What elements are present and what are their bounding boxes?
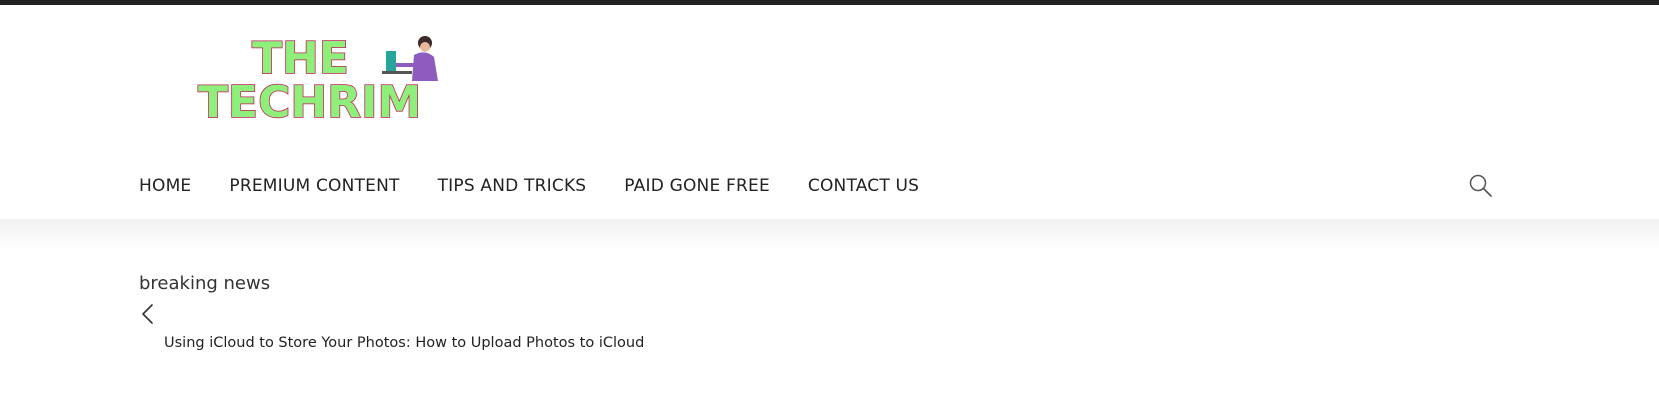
nav-item-paid-gone-free[interactable]: PAID GONE FREE [624,176,770,196]
nav-item-home[interactable]: HOME [139,176,191,196]
main-nav: HOME PREMIUM CONTENT TIPS AND TRICKS PAI… [0,153,1659,219]
nav-item-premium-content[interactable]: PREMIUM CONTENT [229,176,399,196]
breaking-news-label: breaking news [139,273,271,294]
breaking-prev-button[interactable] [139,302,159,326]
search-icon [1469,174,1492,197]
person-illustration [382,36,438,81]
nav-item-contact-us[interactable]: CONTACT US [808,176,919,196]
nav-item-tips-and-tricks[interactable]: TIPS AND TRICKS [438,176,587,196]
chevron-left-icon [142,304,153,324]
logo-graphic: THE TECHRIM [197,33,438,125]
search-button[interactable] [1468,173,1494,199]
nav-list: HOME PREMIUM CONTENT TIPS AND TRICKS PAI… [139,153,957,219]
site-logo[interactable]: THE TECHRIM [196,33,456,125]
nav-shadow [0,219,1659,251]
logo-line2: TECHRIM [198,77,421,125]
breaking-headline-link[interactable]: Using iCloud to Store Your Photos: How t… [164,335,644,351]
site-header: THE TECHRIM [0,5,1659,153]
